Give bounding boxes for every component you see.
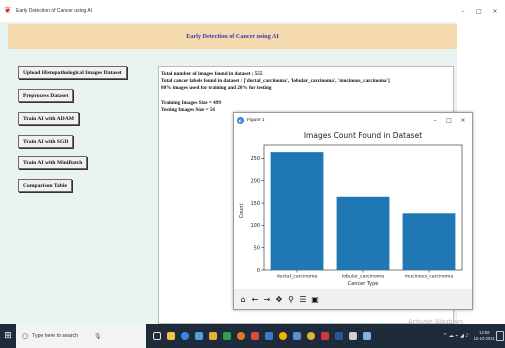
upload-dataset-button[interactable]: Upload Histopathological Images Dataset bbox=[18, 66, 127, 79]
output-line: Total number of images found in dataset … bbox=[161, 71, 263, 77]
bar bbox=[402, 213, 456, 270]
y-tick-label: 200 bbox=[250, 179, 260, 185]
python-icon[interactable] bbox=[262, 324, 276, 348]
explorer-icon[interactable] bbox=[164, 324, 178, 348]
chart-title: Images Count Found in Dataset bbox=[304, 131, 422, 140]
window-titlebar: ❦ Early Detection of Cancer using AI – □… bbox=[0, 0, 505, 22]
bar-chart: Images Count Found in Dataset 0 50 100 150 2… bbox=[234, 127, 472, 287]
window-controls: – □ × bbox=[455, 0, 503, 22]
train-adam-button[interactable]: Train AI with ADAM bbox=[18, 112, 80, 125]
firefox-icon[interactable] bbox=[234, 324, 248, 348]
figure-title: Figure 1 bbox=[247, 117, 265, 123]
edge-icon[interactable] bbox=[178, 324, 192, 348]
python-idle-icon[interactable] bbox=[360, 324, 374, 348]
pan-icon[interactable]: ✥ bbox=[274, 294, 284, 305]
output-line: Training Images Size = 499 bbox=[161, 99, 221, 106]
zoom-icon[interactable]: ⚲ bbox=[286, 294, 296, 305]
bar bbox=[336, 196, 390, 270]
figure-window: ◐ Figure 1 – □ × Images Count Found in D… bbox=[233, 112, 473, 310]
y-axis-label: Count bbox=[239, 204, 245, 219]
figure-close-button[interactable]: × bbox=[456, 113, 470, 127]
word-icon[interactable] bbox=[332, 324, 346, 348]
search-placeholder: Type here to search bbox=[32, 333, 78, 339]
chrome-icon[interactable] bbox=[276, 324, 290, 348]
output-line: 80% images used for training and 20% for… bbox=[161, 85, 272, 92]
feather-app-icon: ❦ bbox=[4, 5, 12, 16]
bar bbox=[270, 152, 324, 270]
comparison-table-button[interactable]: Comparison Table bbox=[18, 179, 72, 192]
output-line: Total cancer labels found in dataset : [… bbox=[161, 78, 390, 85]
window-title: Early Detection of Cancer using AI bbox=[16, 8, 93, 14]
configure-icon[interactable]: ☰ bbox=[298, 294, 308, 305]
home-icon[interactable]: ⌂ bbox=[238, 294, 248, 305]
maximize-button[interactable]: □ bbox=[471, 0, 487, 22]
figure-titlebar: ◐ Figure 1 – □ × bbox=[234, 113, 472, 127]
taskbar: ⊞ ○ Type here to search 🎙 ^ ☁ ⌁ ◢ ♪ 13:5… bbox=[0, 324, 505, 348]
start-button[interactable]: ⊞ bbox=[0, 324, 16, 348]
chrome-2-icon[interactable] bbox=[304, 324, 318, 348]
y-tick-label: 150 bbox=[250, 201, 260, 207]
ide-icon[interactable] bbox=[248, 324, 262, 348]
x-axis-label: Cancer Type bbox=[348, 281, 379, 287]
system-tray: ^ ☁ ⌁ ◢ ♪ 13:56 15-10-2021 bbox=[443, 324, 495, 348]
taskbar-search-box[interactable]: ○ Type here to search 🎙 bbox=[16, 324, 146, 348]
taskbar-apps bbox=[150, 324, 374, 348]
microphone-icon[interactable]: 🎙 bbox=[94, 333, 102, 340]
y-tick-label: 0 bbox=[257, 268, 260, 274]
store-icon[interactable] bbox=[192, 324, 206, 348]
notification-icon[interactable] bbox=[496, 331, 504, 341]
train-sgd-button[interactable]: Train AI with SGD bbox=[18, 135, 74, 148]
task-view-icon[interactable] bbox=[150, 324, 164, 348]
train-minibatch-button[interactable]: Train AI with MiniBatch bbox=[18, 156, 88, 169]
preprocess-dataset-button[interactable]: Preprocess Dataset bbox=[18, 89, 74, 102]
files-icon[interactable] bbox=[206, 324, 220, 348]
tray-icons[interactable]: ^ ☁ ⌁ ◢ ♪ bbox=[443, 333, 469, 339]
x-tick-label: lobular_carcinoma bbox=[342, 274, 384, 280]
terminal-icon[interactable] bbox=[346, 324, 360, 348]
search-icon: ○ bbox=[22, 332, 29, 340]
back-icon[interactable]: ← bbox=[250, 294, 260, 305]
close-button[interactable]: × bbox=[487, 0, 503, 22]
x-tick-label: mucinous_carcinoma bbox=[405, 274, 454, 280]
forward-icon[interactable]: → bbox=[262, 294, 272, 305]
header-band: Early Detection of Cancer using AI bbox=[8, 24, 457, 49]
app-header-title: Early Detection of Cancer using AI bbox=[186, 33, 279, 40]
notepad-icon[interactable] bbox=[290, 324, 304, 348]
paint-icon[interactable] bbox=[318, 324, 332, 348]
save-icon[interactable]: ▣ bbox=[310, 294, 320, 305]
shell-icon[interactable] bbox=[220, 324, 234, 348]
y-tick-label: 50 bbox=[254, 245, 260, 251]
minimize-button[interactable]: – bbox=[455, 0, 471, 22]
figure-minimize-button[interactable]: – bbox=[428, 113, 442, 127]
clock[interactable]: 13:56 15-10-2021 bbox=[474, 330, 495, 342]
y-tick-label: 250 bbox=[250, 156, 260, 162]
figure-maximize-button[interactable]: □ bbox=[442, 113, 456, 127]
clock-date: 15-10-2021 bbox=[473, 336, 495, 341]
figure-window-controls: – □ × bbox=[428, 113, 470, 127]
matplotlib-logo-icon: ◐ bbox=[237, 116, 244, 124]
x-tick-label: ductal_carcinoma bbox=[277, 274, 318, 280]
figure-toolbar: ⌂ ← → ✥ ⚲ ☰ ▣ bbox=[234, 289, 472, 309]
y-tick-label: 100 bbox=[250, 223, 260, 229]
